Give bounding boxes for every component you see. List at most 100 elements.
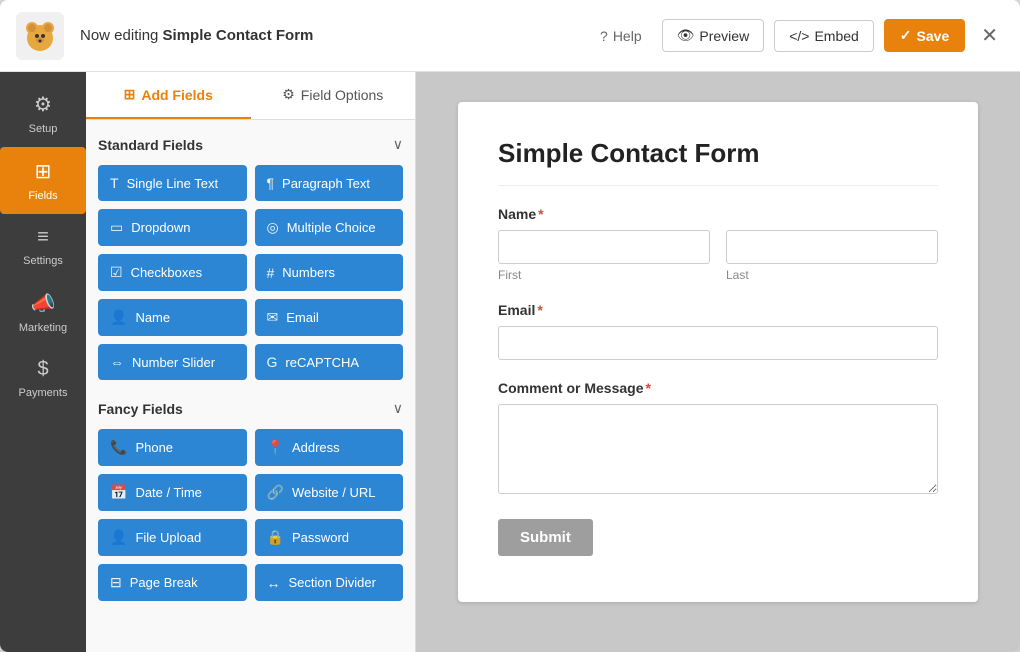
marketing-icon: 📣 bbox=[31, 291, 56, 316]
sidebar-item-label: Fields bbox=[28, 190, 57, 202]
field-btn-email[interactable]: ✉ Email bbox=[255, 299, 404, 336]
field-btn-address[interactable]: 📍 Address bbox=[255, 429, 404, 466]
payments-icon: $ bbox=[37, 358, 48, 381]
field-btn-number-slider[interactable]: ⇔ Number Slider bbox=[98, 344, 247, 380]
recaptcha-icon: G bbox=[267, 354, 278, 370]
form-title: Simple Contact Form bbox=[498, 138, 938, 186]
fancy-fields-title: Fancy Fields bbox=[98, 401, 183, 417]
multiple-choice-icon: ◎ bbox=[267, 219, 279, 236]
field-btn-dropdown[interactable]: ▭ Dropdown bbox=[98, 209, 247, 246]
embed-button[interactable]: </> Embed bbox=[774, 20, 874, 52]
sidebar-item-label: Marketing bbox=[19, 322, 67, 334]
sidebar-item-settings[interactable]: ≡ Settings bbox=[0, 214, 86, 279]
field-btn-file-upload[interactable]: 👤 File Upload bbox=[98, 519, 247, 556]
numbers-icon: # bbox=[267, 265, 275, 281]
sidebar-item-payments[interactable]: $ Payments bbox=[0, 346, 86, 411]
preview-button[interactable]: 👁 Preview bbox=[662, 19, 765, 52]
sidebar-item-label: Payments bbox=[19, 387, 68, 399]
fields-panel: ⊞ Add Fields ⚙ Field Options Standard Fi… bbox=[86, 72, 416, 652]
field-options-icon: ⚙ bbox=[282, 86, 295, 103]
sidebar-item-fields[interactable]: ⊞ Fields bbox=[0, 147, 86, 214]
name-inputs: First Last bbox=[498, 230, 938, 282]
number-slider-icon: ⇔ bbox=[110, 354, 124, 370]
main-body: ⚙ Setup ⊞ Fields ≡ Settings 📣 Marketing … bbox=[0, 72, 1020, 652]
field-btn-section-divider[interactable]: ↔ Section Divider bbox=[255, 564, 404, 601]
last-label: Last bbox=[726, 268, 938, 282]
fancy-fields-header: Fancy Fields ∨ bbox=[98, 400, 403, 417]
dropdown-icon: ▭ bbox=[110, 219, 123, 236]
sidebar-item-label: Settings bbox=[23, 255, 63, 267]
email-icon: ✉ bbox=[267, 309, 279, 326]
standard-fields-title: Standard Fields bbox=[98, 137, 203, 153]
form-field-comment: Comment or Message* bbox=[498, 380, 938, 499]
fields-content: Standard Fields ∨ T Single Line Text ¶ P… bbox=[86, 120, 415, 652]
single-line-text-icon: T bbox=[110, 175, 119, 191]
header-actions: ? Help 👁 Preview </> Embed ✓ Save ✕ bbox=[590, 17, 1004, 54]
last-name-wrap: Last bbox=[726, 230, 938, 282]
panel-tabs: ⊞ Add Fields ⚙ Field Options bbox=[86, 72, 415, 120]
header-title: Now editing Simple Contact Form bbox=[80, 27, 590, 44]
top-header: Now editing Simple Contact Form ? Help 👁… bbox=[0, 0, 1020, 72]
sidebar-item-label: Setup bbox=[29, 123, 58, 135]
sidebar-item-setup[interactable]: ⚙ Setup bbox=[0, 80, 86, 147]
first-name-input[interactable] bbox=[498, 230, 710, 264]
eye-icon: 👁 bbox=[677, 27, 695, 44]
help-icon: ? bbox=[600, 28, 608, 44]
form-preview-area: Simple Contact Form Name* First Last bbox=[416, 72, 1020, 652]
add-fields-icon: ⊞ bbox=[124, 86, 136, 103]
code-icon: </> bbox=[789, 28, 809, 44]
standard-fields-header: Standard Fields ∨ bbox=[98, 136, 403, 153]
fields-icon: ⊞ bbox=[35, 159, 52, 184]
sidebar-item-marketing[interactable]: 📣 Marketing bbox=[0, 279, 86, 346]
tab-field-options[interactable]: ⚙ Field Options bbox=[251, 72, 416, 119]
field-btn-single-line-text[interactable]: T Single Line Text bbox=[98, 165, 247, 201]
paragraph-text-icon: ¶ bbox=[267, 175, 275, 191]
field-btn-page-break[interactable]: ⊟ Page Break bbox=[98, 564, 247, 601]
first-name-wrap: First bbox=[498, 230, 710, 282]
tab-add-fields[interactable]: ⊞ Add Fields bbox=[86, 72, 251, 119]
required-star: * bbox=[538, 206, 543, 222]
setup-icon: ⚙ bbox=[34, 92, 52, 117]
name-label: Name* bbox=[498, 206, 938, 222]
comment-textarea[interactable] bbox=[498, 404, 938, 494]
field-btn-website-url[interactable]: 🔗 Website / URL bbox=[255, 474, 404, 511]
field-btn-date-time[interactable]: 📅 Date / Time bbox=[98, 474, 247, 511]
sidebar-icons: ⚙ Setup ⊞ Fields ≡ Settings 📣 Marketing … bbox=[0, 72, 86, 652]
first-label: First bbox=[498, 268, 710, 282]
field-btn-multiple-choice[interactable]: ◎ Multiple Choice bbox=[255, 209, 404, 246]
field-btn-phone[interactable]: 📞 Phone bbox=[98, 429, 247, 466]
comment-label: Comment or Message* bbox=[498, 380, 938, 396]
website-url-icon: 🔗 bbox=[267, 484, 284, 501]
form-field-email: Email* bbox=[498, 302, 938, 360]
page-break-icon: ⊟ bbox=[110, 574, 122, 591]
check-icon: ✓ bbox=[900, 27, 912, 44]
fancy-fields-toggle[interactable]: ∨ bbox=[393, 400, 403, 417]
logo bbox=[16, 12, 64, 60]
save-button[interactable]: ✓ Save bbox=[884, 19, 965, 52]
close-button[interactable]: ✕ bbox=[975, 17, 1004, 54]
name-icon: 👤 bbox=[110, 309, 127, 326]
date-time-icon: 📅 bbox=[110, 484, 127, 501]
email-input[interactable] bbox=[498, 326, 938, 360]
address-icon: 📍 bbox=[267, 439, 284, 456]
checkboxes-icon: ☑ bbox=[110, 264, 123, 281]
file-upload-icon: 👤 bbox=[110, 529, 127, 546]
submit-button[interactable]: Submit bbox=[498, 519, 593, 556]
fancy-fields-grid: 📞 Phone 📍 Address 📅 Date / Time 🔗 Websit… bbox=[98, 429, 403, 601]
standard-fields-grid: T Single Line Text ¶ Paragraph Text ▭ Dr… bbox=[98, 165, 403, 380]
section-divider-icon: ↔ bbox=[267, 575, 281, 591]
help-button[interactable]: ? Help bbox=[590, 22, 652, 50]
close-icon: ✕ bbox=[981, 25, 998, 47]
standard-fields-toggle[interactable]: ∨ bbox=[393, 136, 403, 153]
password-icon: 🔒 bbox=[267, 529, 284, 546]
field-btn-password[interactable]: 🔒 Password bbox=[255, 519, 404, 556]
last-name-input[interactable] bbox=[726, 230, 938, 264]
field-btn-checkboxes[interactable]: ☑ Checkboxes bbox=[98, 254, 247, 291]
field-btn-name[interactable]: 👤 Name bbox=[98, 299, 247, 336]
form-card: Simple Contact Form Name* First Last bbox=[458, 102, 978, 602]
field-btn-paragraph-text[interactable]: ¶ Paragraph Text bbox=[255, 165, 404, 201]
field-btn-recaptcha[interactable]: G reCAPTCHA bbox=[255, 344, 404, 380]
phone-icon: 📞 bbox=[110, 439, 127, 456]
required-star: * bbox=[645, 380, 650, 396]
field-btn-numbers[interactable]: # Numbers bbox=[255, 254, 404, 291]
